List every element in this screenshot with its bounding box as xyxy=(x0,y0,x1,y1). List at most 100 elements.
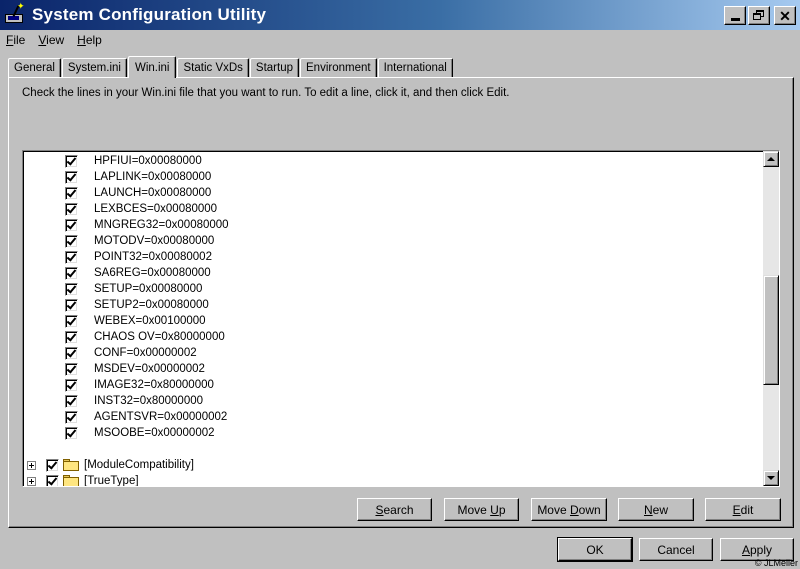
tab-environment[interactable]: Environment xyxy=(300,58,377,77)
entry-label: MSOOBE=0x00000002 xyxy=(94,427,215,439)
win-ini-entry[interactable]: LEXBCES=0x00080000 xyxy=(25,201,217,217)
entry-label: LAUNCH=0x00080000 xyxy=(94,187,212,199)
win-ini-entry[interactable]: MSOOBE=0x00000002 xyxy=(25,425,215,441)
tab-startup[interactable]: Startup xyxy=(249,58,299,77)
entry-checkbox[interactable] xyxy=(65,154,78,168)
close-icon: ✕ xyxy=(779,7,791,24)
ok-button[interactable]: OK xyxy=(557,537,633,562)
move-up-button[interactable]: Move Up xyxy=(444,498,519,521)
entry-checkbox[interactable] xyxy=(65,314,78,328)
tab-static-vxds[interactable]: Static VxDs xyxy=(177,58,249,77)
win-ini-entry[interactable]: MNGREG32=0x00080000 xyxy=(25,217,229,233)
entry-label: SA6REG=0x00080000 xyxy=(94,267,211,279)
menu-help[interactable]: Help xyxy=(77,33,102,47)
cancel-button[interactable]: Cancel xyxy=(639,538,713,561)
win-ini-entry[interactable]: INST32=0x80000000 xyxy=(25,393,203,409)
expand-plus-icon[interactable] xyxy=(27,460,36,470)
entry-label: CONF=0x00000002 xyxy=(94,347,197,359)
win-ini-entry[interactable]: CHAOS OV=0x80000000 xyxy=(25,329,225,345)
win-ini-entry[interactable]: SETUP2=0x00080000 xyxy=(25,297,209,313)
tab-strip: General System.ini Win.ini Static VxDs S… xyxy=(8,56,454,78)
entry-checkbox[interactable] xyxy=(65,234,78,248)
entry-label: IMAGE32=0x80000000 xyxy=(94,379,214,391)
scroll-down-button[interactable] xyxy=(763,470,779,486)
entry-checkbox[interactable] xyxy=(65,218,78,232)
tab-general[interactable]: General xyxy=(8,58,61,77)
folder-icon xyxy=(63,459,79,471)
entry-checkbox[interactable] xyxy=(65,250,78,264)
entry-checkbox[interactable] xyxy=(65,266,78,280)
minimize-button[interactable] xyxy=(724,6,746,25)
section-checkbox[interactable] xyxy=(46,458,59,472)
win-ini-entry[interactable]: SETUP=0x00080000 xyxy=(25,281,202,297)
win-ini-section[interactable]: [TrueType] xyxy=(25,473,139,486)
credit-text: © JLMeller xyxy=(754,558,798,568)
win-ini-entry[interactable]: SA6REG=0x00080000 xyxy=(25,265,211,281)
arrow-up-icon xyxy=(767,157,775,161)
tab-win-ini[interactable]: Win.ini xyxy=(127,56,177,78)
scroll-up-button[interactable] xyxy=(763,151,779,167)
entry-label: LAPLINK=0x00080000 xyxy=(94,171,212,183)
folder-icon xyxy=(63,475,79,486)
entry-label: CHAOS OV=0x80000000 xyxy=(94,331,225,343)
edit-button[interactable]: Edit xyxy=(705,498,781,521)
entry-checkbox[interactable] xyxy=(65,362,78,376)
system-configuration-icon: ✦ xyxy=(4,2,26,26)
entry-label: HPFIUI=0x00080000 xyxy=(94,155,202,167)
win-ini-entry[interactable]: WEBEX=0x00100000 xyxy=(25,313,206,329)
search-button[interactable]: Search xyxy=(357,498,432,521)
title-bar[interactable]: ✦ System Configuration Utility ✕ xyxy=(0,0,800,30)
win-ini-entry[interactable]: AGENTSVR=0x00000002 xyxy=(25,409,227,425)
window-title: System Configuration Utility xyxy=(32,5,267,24)
entry-label: MNGREG32=0x00080000 xyxy=(94,219,229,231)
win-ini-section[interactable]: [ModuleCompatibility] xyxy=(25,457,194,473)
entry-checkbox[interactable] xyxy=(65,202,78,216)
instructions-text: Check the lines in your Win.ini file tha… xyxy=(22,87,510,99)
win-ini-tree[interactable]: HPFIUI=0x00080000 LAPLINK=0x00080000 LAUNC… xyxy=(22,150,780,487)
entry-label: MOTODV=0x00080000 xyxy=(94,235,215,247)
entry-label: INST32=0x80000000 xyxy=(94,395,204,407)
entry-label: POINT32=0x00080002 xyxy=(94,251,212,263)
section-checkbox[interactable] xyxy=(46,474,59,486)
menu-view[interactable]: View xyxy=(38,33,64,47)
close-button[interactable]: ✕ xyxy=(774,6,796,25)
win-ini-entry[interactable]: LAPLINK=0x00080000 xyxy=(25,169,211,185)
tree-contents: HPFIUI=0x00080000 LAPLINK=0x00080000 LAUNC… xyxy=(25,153,763,486)
entry-label: SETUP=0x00080000 xyxy=(94,283,203,295)
entry-checkbox[interactable] xyxy=(65,170,78,184)
entry-checkbox[interactable] xyxy=(65,410,78,424)
move-down-button[interactable]: Move Down xyxy=(531,498,607,521)
win-ini-entry[interactable]: CONF=0x00000002 xyxy=(25,345,197,361)
entry-checkbox[interactable] xyxy=(65,426,78,440)
vertical-scrollbar[interactable] xyxy=(763,151,779,486)
minimize-icon xyxy=(730,18,740,21)
win-ini-entry[interactable]: MOTODV=0x00080000 xyxy=(25,233,214,249)
entry-checkbox[interactable] xyxy=(65,330,78,344)
entry-checkbox[interactable] xyxy=(65,298,78,312)
win-ini-entry[interactable]: IMAGE32=0x80000000 xyxy=(25,377,214,393)
entry-label: MSDEV=0x00000002 xyxy=(94,363,205,375)
entry-label: LEXBCES=0x00080000 xyxy=(94,203,218,215)
expand-plus-icon[interactable] xyxy=(27,476,36,486)
entry-checkbox[interactable] xyxy=(65,282,78,296)
arrow-down-icon xyxy=(767,476,775,480)
win-ini-panel: Check the lines in your Win.ini file tha… xyxy=(8,77,794,528)
restore-button[interactable] xyxy=(748,6,770,25)
new-button[interactable]: New xyxy=(618,498,694,521)
win-ini-entry[interactable]: POINT32=0x00080002 xyxy=(25,249,212,265)
entry-checkbox[interactable] xyxy=(65,346,78,360)
win-ini-entry[interactable]: MSDEV=0x00000002 xyxy=(25,361,205,377)
win-ini-entry[interactable]: LAUNCH=0x00080000 xyxy=(25,185,211,201)
menu-file[interactable]: File xyxy=(6,33,25,47)
win-ini-entry[interactable]: HPFIUI=0x00080000 xyxy=(25,153,202,169)
tab-international[interactable]: International xyxy=(377,58,453,77)
section-label: [ModuleCompatibility] xyxy=(84,459,194,471)
entry-checkbox[interactable] xyxy=(65,186,78,200)
section-label: [TrueType] xyxy=(84,475,139,486)
scroll-thumb[interactable] xyxy=(763,275,779,385)
entry-checkbox[interactable] xyxy=(65,394,78,408)
entry-label: SETUP2=0x00080000 xyxy=(94,299,209,311)
restore-icon xyxy=(753,10,765,21)
entry-checkbox[interactable] xyxy=(65,378,78,392)
tab-system-ini[interactable]: System.ini xyxy=(61,58,127,77)
